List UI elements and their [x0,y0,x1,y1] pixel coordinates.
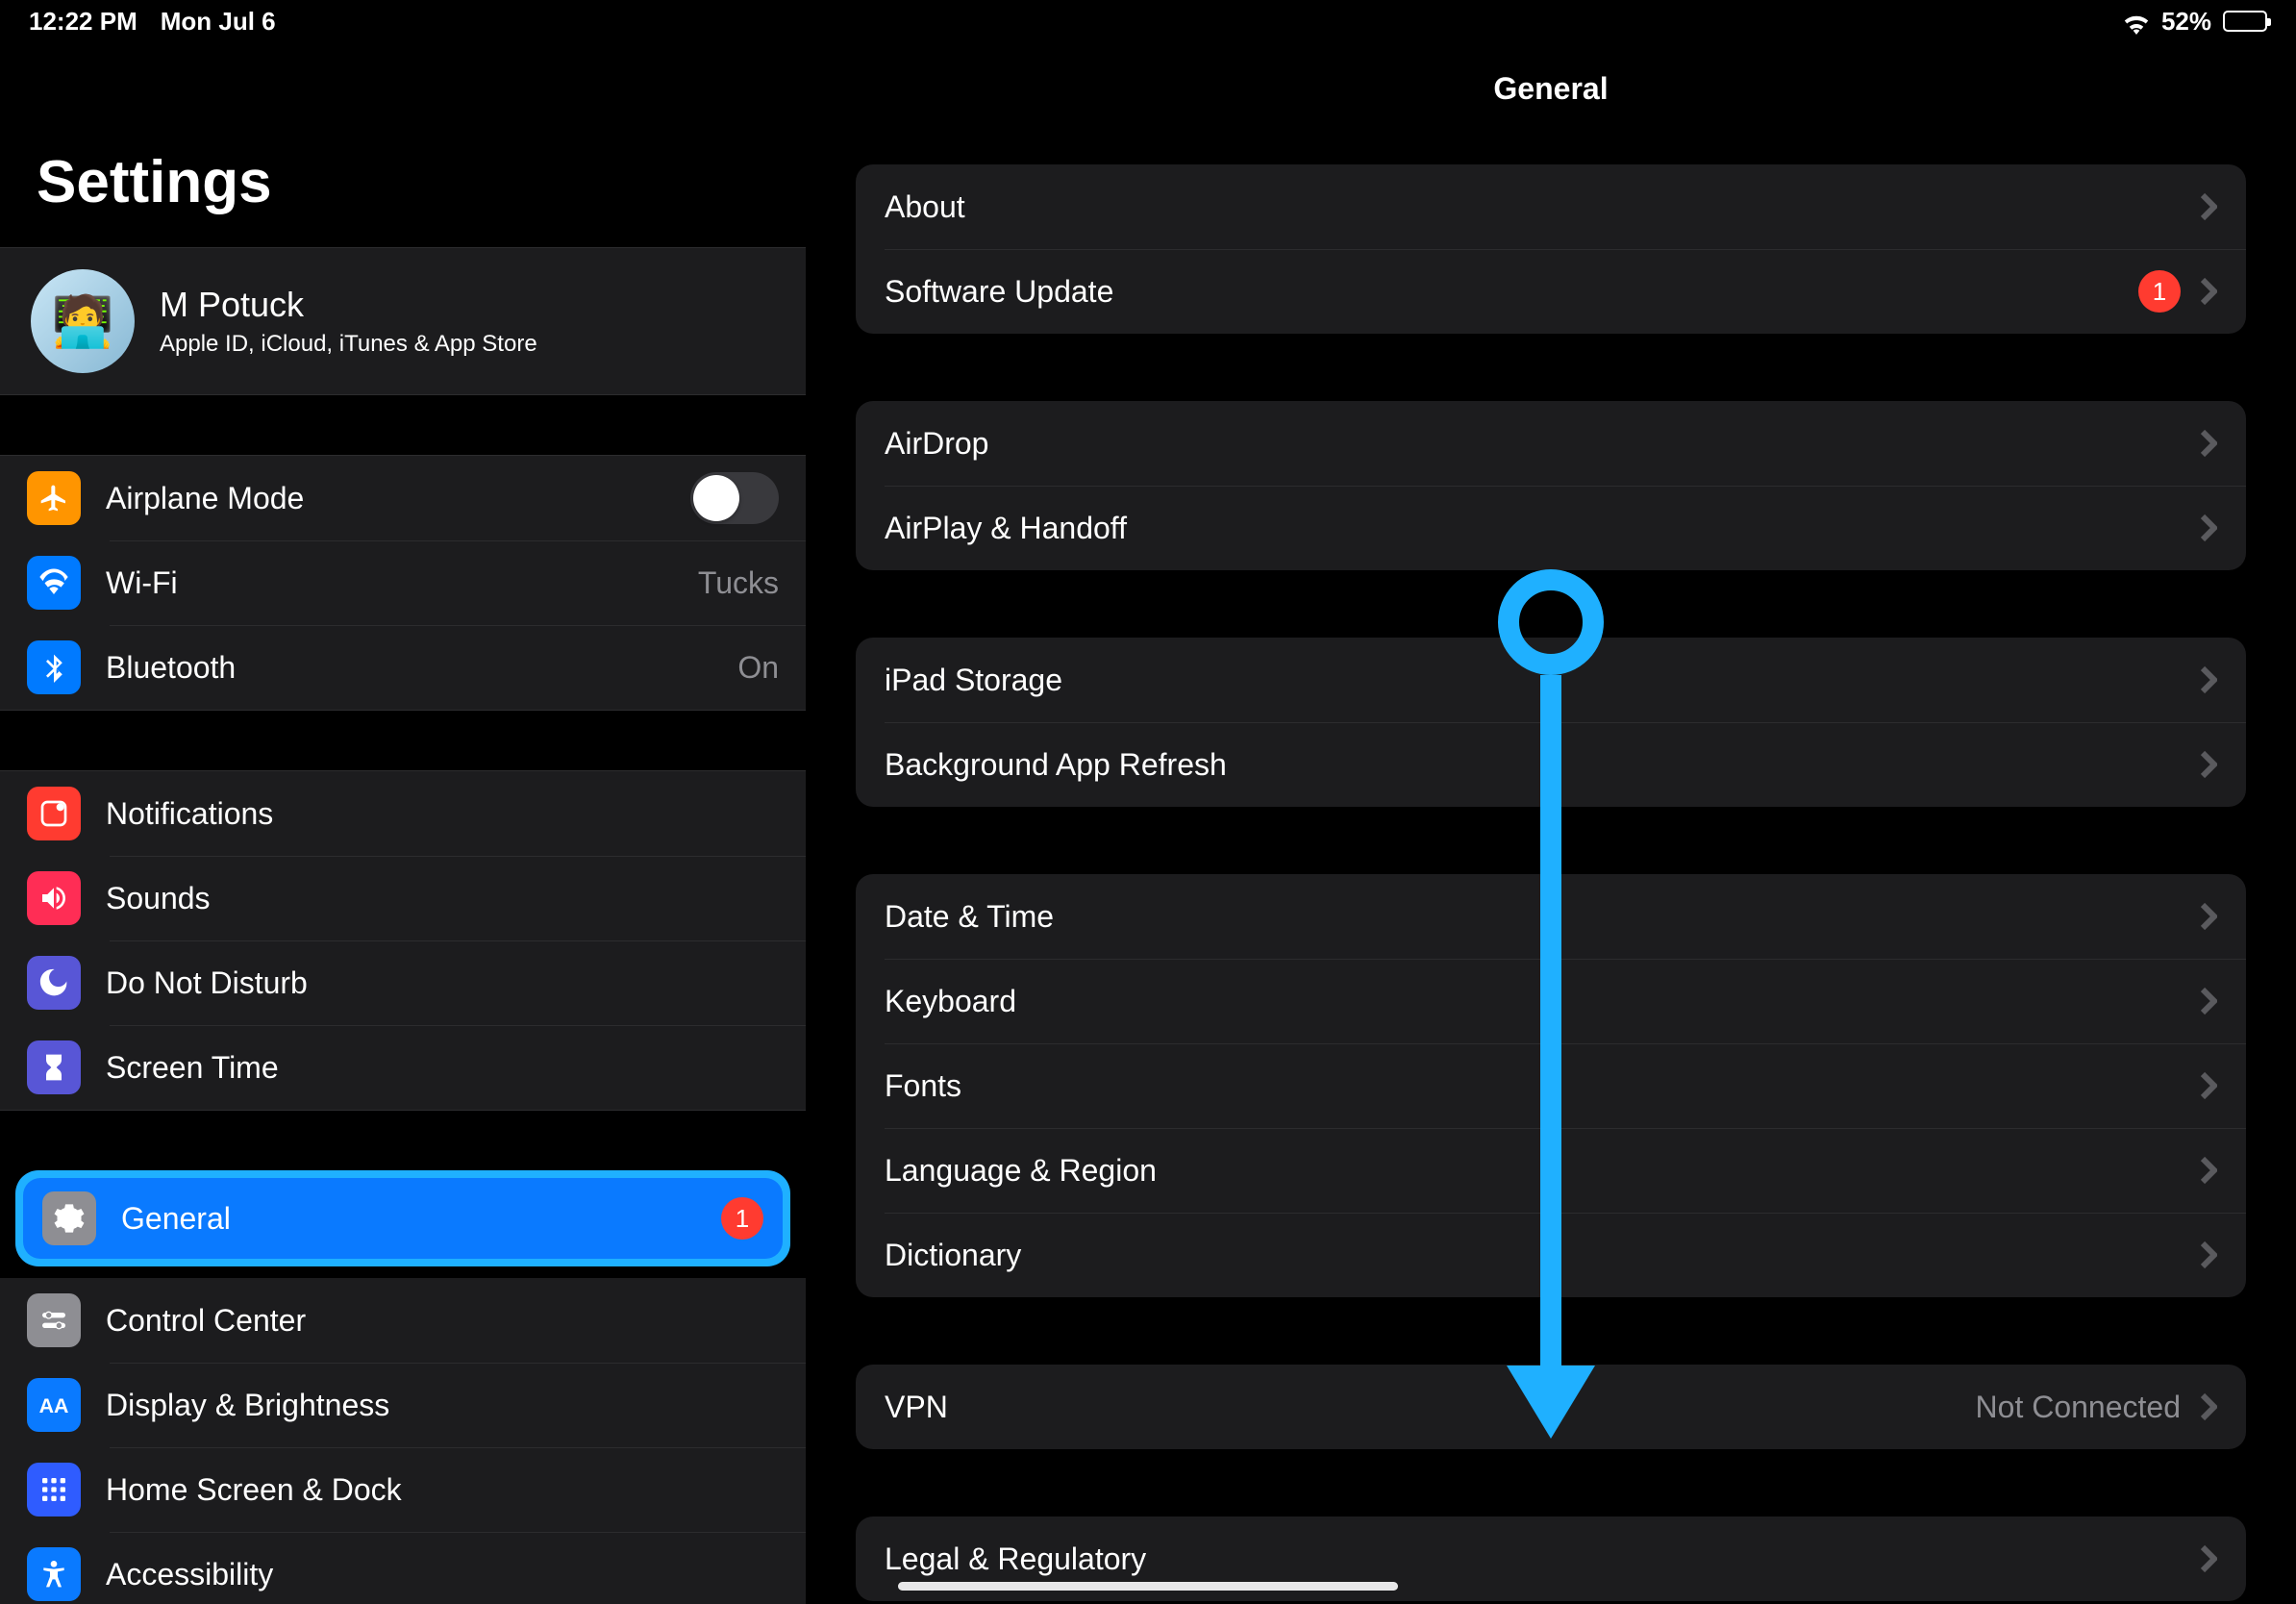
chevron-right-icon [2200,192,2217,221]
control-center-icon [27,1293,81,1347]
accessibility-icon [27,1547,81,1601]
chevron-right-icon [2200,1241,2217,1269]
detail-row-keyboard[interactable]: Keyboard [856,959,2246,1043]
detail-row-dictionary[interactable]: Dictionary [856,1213,2246,1297]
wifi-value: Tucks [698,565,779,601]
battery-icon [2223,11,2267,32]
sidebar-item-accessibility[interactable]: Accessibility [0,1532,806,1604]
sidebar-item-general-selected[interactable]: General 1 [15,1170,790,1266]
sidebar-item-notifications[interactable]: Notifications [0,771,806,856]
sidebar-item-label: Sounds [106,881,779,916]
chevron-right-icon [2200,1156,2217,1185]
notifications-icon [27,787,81,840]
display-icon: AA [27,1378,81,1432]
detail-row-background-app-refresh[interactable]: Background App Refresh [856,722,2246,807]
detail-row-airplay-handoff[interactable]: AirPlay & Handoff [856,486,2246,570]
sidebar-item-home-screen-dock[interactable]: Home Screen & Dock [0,1447,806,1532]
chevron-right-icon [2200,1392,2217,1421]
detail-label: iPad Storage [885,663,2181,698]
chevron-right-icon [2200,1071,2217,1100]
chevron-right-icon [2200,750,2217,779]
account-subtitle: Apple ID, iCloud, iTunes & App Store [160,331,537,358]
detail-pane[interactable]: General About Software Update 1 AirDrop … [806,42,2296,1604]
home-indicator[interactable] [898,1582,1398,1591]
sidebar-item-label: General [121,1201,696,1237]
sidebar-item-display-brightness[interactable]: AA Display & Brightness [0,1363,806,1447]
bluetooth-icon [27,640,81,694]
detail-row-language-region[interactable]: Language & Region [856,1128,2246,1213]
chevron-right-icon [2200,277,2217,306]
sidebar-title: Settings [0,42,806,247]
detail-label: VPN [885,1390,1957,1425]
detail-label: Keyboard [885,984,2181,1019]
account-name: M Potuck [160,285,537,325]
sidebar-item-label: Screen Time [106,1050,779,1086]
sidebar-item-label: Notifications [106,796,779,832]
detail-label: Date & Time [885,899,2181,935]
detail-label: About [885,189,2181,225]
svg-text:AA: AA [39,1394,69,1417]
detail-row-about[interactable]: About [856,164,2246,249]
detail-label: Language & Region [885,1153,2181,1189]
sidebar-item-sounds[interactable]: Sounds [0,856,806,940]
detail-row-vpn[interactable]: VPN Not Connected [856,1365,2246,1449]
airplane-icon [27,471,81,525]
grid-icon [27,1463,81,1516]
wifi-icon [27,556,81,610]
detail-title: General [856,42,2246,164]
apple-id-row[interactable]: 🧑‍💻 M Potuck Apple ID, iCloud, iTunes & … [0,247,806,395]
detail-row-fonts[interactable]: Fonts [856,1043,2246,1128]
battery-percentage: 52% [2161,7,2211,37]
gear-icon [42,1191,96,1245]
status-time: 12:22 PM [29,7,137,37]
detail-label: Background App Refresh [885,747,2181,783]
detail-row-ipad-storage[interactable]: iPad Storage [856,638,2246,722]
sidebar-item-control-center[interactable]: Control Center [0,1278,806,1363]
avatar: 🧑‍💻 [31,269,135,373]
status-date: Mon Jul 6 [161,7,276,37]
sidebar-item-label: Airplane Mode [106,481,665,516]
chevron-right-icon [2200,902,2217,931]
sidebar-item-label: Control Center [106,1303,779,1339]
detail-label: AirPlay & Handoff [885,511,2181,546]
sidebar-item-do-not-disturb[interactable]: Do Not Disturb [0,940,806,1025]
chevron-right-icon [2200,1544,2217,1573]
chevron-right-icon [2200,665,2217,694]
wifi-icon [2123,12,2150,31]
general-badge: 1 [721,1197,763,1240]
sidebar-item-label: Home Screen & Dock [106,1472,779,1508]
detail-label: AirDrop [885,426,2181,462]
status-bar: 12:22 PM Mon Jul 6 52% [0,0,2296,42]
detail-label: Dictionary [885,1238,2181,1273]
detail-label: Legal & Regulatory [885,1541,2181,1577]
bluetooth-value: On [737,650,779,686]
detail-row-airdrop[interactable]: AirDrop [856,401,2246,486]
sidebar-item-wifi[interactable]: Wi-Fi Tucks [0,540,806,625]
software-update-badge: 1 [2138,270,2181,313]
detail-row-date-time[interactable]: Date & Time [856,874,2246,959]
detail-label: Fonts [885,1068,2181,1104]
sidebar-item-label: Accessibility [106,1557,779,1592]
sidebar-item-bluetooth[interactable]: Bluetooth On [0,625,806,710]
sounds-icon [27,871,81,925]
sidebar-item-label: Do Not Disturb [106,965,779,1001]
detail-label: Software Update [885,274,2119,310]
chevron-right-icon [2200,429,2217,458]
chevron-right-icon [2200,987,2217,1015]
sidebar-item-label: Display & Brightness [106,1388,779,1423]
hourglass-icon [27,1040,81,1094]
sidebar-item-airplane-mode[interactable]: Airplane Mode [0,456,806,540]
vpn-value: Not Connected [1976,1390,2181,1425]
airplane-toggle[interactable] [690,472,779,524]
moon-icon [27,956,81,1010]
chevron-right-icon [2200,514,2217,542]
detail-row-software-update[interactable]: Software Update 1 [856,249,2246,334]
sidebar-item-label: Wi-Fi [106,565,673,601]
sidebar-item-label: Bluetooth [106,650,712,686]
settings-sidebar[interactable]: Settings 🧑‍💻 M Potuck Apple ID, iCloud, … [0,42,806,1604]
sidebar-item-screen-time[interactable]: Screen Time [0,1025,806,1110]
